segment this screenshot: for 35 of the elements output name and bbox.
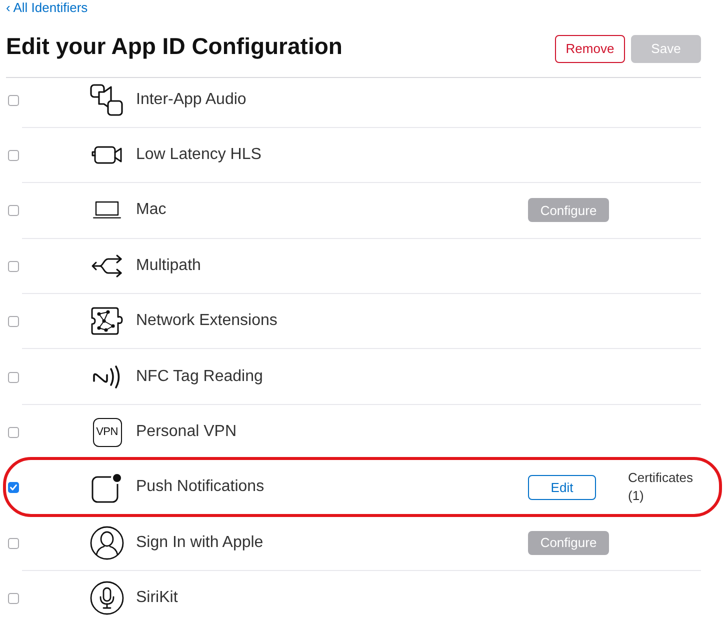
checkbox[interactable] xyxy=(8,150,18,162)
capability-name: SiriKit xyxy=(136,589,178,606)
puzzle-network-icon xyxy=(90,306,124,336)
square-with-dot-icon xyxy=(91,472,123,503)
back-link[interactable]: ‹ All Identifiers xyxy=(6,0,88,16)
page-title: Edit your App ID Configuration xyxy=(6,32,342,60)
microphone-circle-icon xyxy=(90,581,124,616)
video-camera-icon xyxy=(91,145,123,166)
checkbox[interactable] xyxy=(8,316,18,328)
checkbox[interactable] xyxy=(8,593,18,604)
edit-button[interactable]: Edit xyxy=(528,474,596,500)
capability-name: Low Latency HLS xyxy=(136,146,262,164)
checkbox[interactable] xyxy=(8,538,18,549)
capability-name: Inter-App Audio xyxy=(136,90,246,108)
capability-name: NFC Tag Reading xyxy=(136,368,263,385)
vpn-icon: VPN xyxy=(92,418,122,447)
capability-name: Network Extensions xyxy=(136,312,278,330)
capability-name: Mac xyxy=(136,201,166,218)
nfc-icon xyxy=(92,364,122,389)
branching-arrows-icon xyxy=(91,254,123,278)
capability-name: Multipath xyxy=(136,256,201,274)
speaker-squares-icon xyxy=(90,84,124,116)
laptop-icon xyxy=(93,201,121,220)
capability-name: Personal VPN xyxy=(136,423,236,440)
checkbox[interactable] xyxy=(8,94,18,106)
capability-name: Push Notifications xyxy=(136,478,264,496)
remove-button[interactable]: Remove xyxy=(555,35,625,63)
checkbox[interactable] xyxy=(8,372,18,383)
checkbox[interactable] xyxy=(8,260,18,272)
checkbox[interactable] xyxy=(8,482,18,494)
checkbox[interactable] xyxy=(8,205,18,216)
checkbox[interactable] xyxy=(8,427,18,438)
capability-name: Sign In with Apple xyxy=(136,534,264,551)
certificates-note: Certificates (1) xyxy=(628,469,694,506)
person-circle-icon xyxy=(90,526,124,560)
